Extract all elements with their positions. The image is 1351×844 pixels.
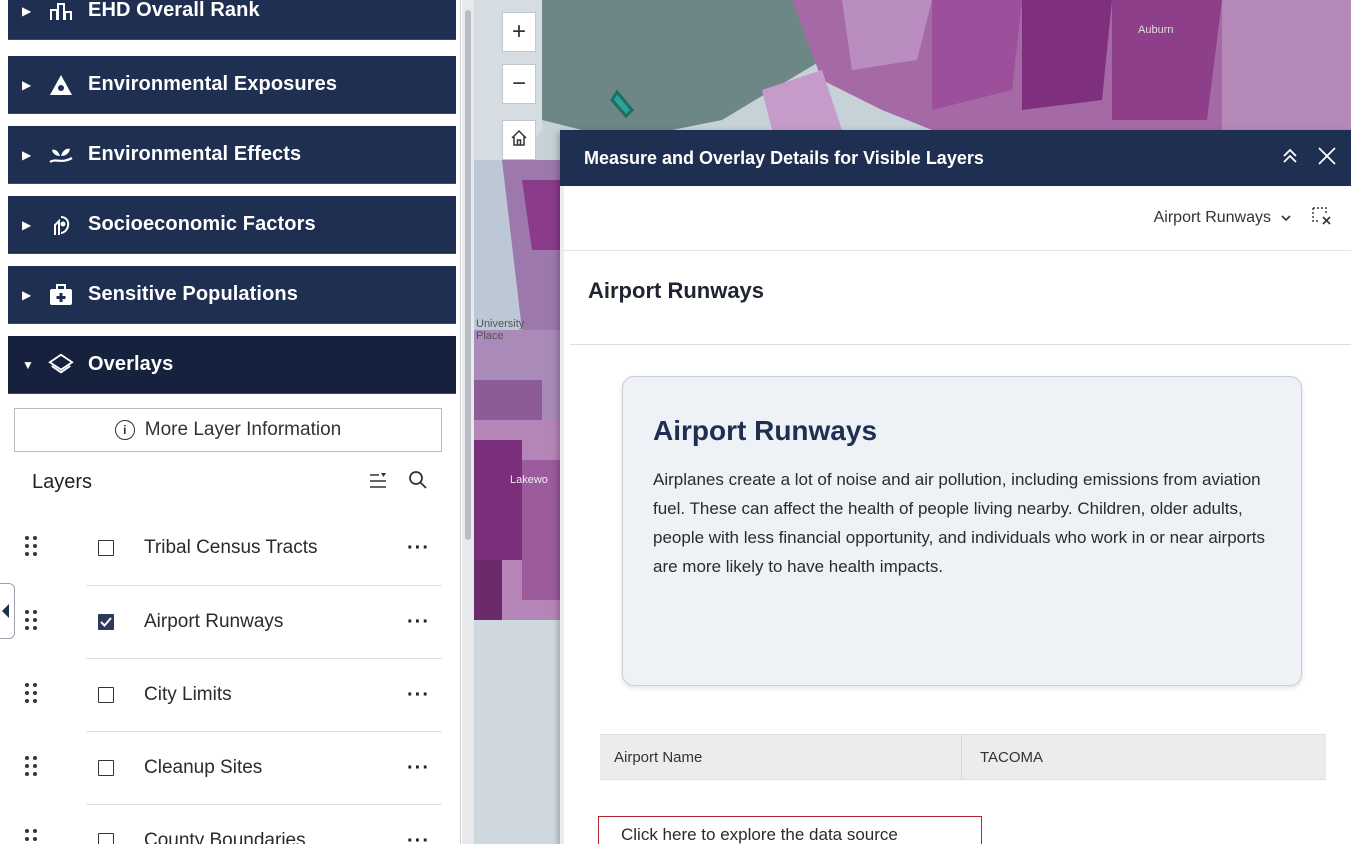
panel-header: Measure and Overlay Details for Visible … (560, 130, 1351, 186)
card-body: Airplanes create a lot of noise and air … (653, 470, 1266, 576)
category-sensitive-populations[interactable]: ▶ Sensitive Populations (8, 266, 456, 324)
layer-row-city-limits[interactable]: City Limits ··· (14, 659, 442, 731)
data-source-link[interactable]: Click here to explore the data source (598, 816, 982, 844)
feature-title: Airport Runways (588, 278, 765, 303)
card-title: Airport Runways (653, 415, 878, 446)
more-options-icon[interactable]: ··· (407, 830, 430, 844)
drag-handle-icon[interactable] (24, 828, 54, 844)
details-panel: Measure and Overlay Details for Visible … (560, 130, 1351, 844)
zoom-out-button[interactable]: − (502, 64, 536, 104)
layer-select-dropdown[interactable]: Airport Runways (1154, 209, 1291, 227)
layer-checkbox[interactable] (98, 760, 114, 776)
drag-handle-icon[interactable] (24, 755, 54, 782)
category-socioeconomic-factors[interactable]: ▶ Socioeconomic Factors (8, 196, 456, 254)
plant-hand-icon (48, 142, 74, 168)
layers-icon (48, 352, 74, 378)
category-environmental-effects[interactable]: ▶ Environmental Effects (8, 126, 456, 184)
layer-label: Tribal Census Tracts (144, 537, 318, 558)
close-icon[interactable] (1317, 146, 1337, 171)
category-label: Environmental Exposures (88, 73, 338, 95)
caret-right-icon: ▶ (22, 287, 32, 302)
panel-title: Measure and Overlay Details for Visible … (584, 147, 984, 168)
layer-checkbox-checked[interactable] (98, 614, 114, 630)
more-layer-information-button[interactable]: i More Layer Information (14, 408, 442, 452)
layer-row-county-boundaries[interactable]: County Boundaries ··· (14, 805, 442, 844)
more-options-icon[interactable]: ··· (407, 611, 430, 634)
search-icon[interactable] (408, 470, 428, 495)
selected-layer-label: Airport Runways (1153, 209, 1271, 226)
drag-handle-icon[interactable] (24, 535, 54, 562)
category-overlays[interactable]: ▼ Overlays (8, 336, 456, 394)
home-icon (510, 126, 528, 154)
chevron-down-icon (1281, 209, 1291, 227)
layers-title: Layers (32, 470, 93, 493)
map-label-auburn: Auburn (1138, 24, 1174, 36)
caret-right-icon: ▶ (22, 147, 32, 162)
rank-chart-icon (48, 0, 74, 24)
collapse-sidebar-handle[interactable] (0, 583, 15, 639)
map-label-university-place: University Place (476, 318, 525, 342)
divider (570, 344, 1351, 345)
sidebar-scrollbar[interactable] (462, 0, 474, 844)
layers-header: Layers (14, 460, 442, 504)
info-icon: i (114, 420, 135, 440)
caret-right-icon: ▶ (22, 77, 32, 92)
layer-checkbox[interactable] (98, 833, 114, 844)
more-info-label: More Layer Information (144, 419, 342, 440)
drag-handle-icon[interactable] (24, 682, 54, 709)
category-label: Socioeconomic Factors (88, 213, 316, 235)
caret-down-icon: ▼ (22, 357, 34, 372)
more-options-icon[interactable]: ··· (407, 757, 430, 780)
layer-row-cleanup-sites[interactable]: Cleanup Sites ··· (14, 732, 442, 804)
attribute-key: Airport Name (600, 735, 962, 779)
more-options-icon[interactable]: ··· (407, 537, 430, 560)
layer-checkbox[interactable] (98, 540, 114, 556)
money-hand-icon (48, 212, 74, 238)
panel-toolbar: Airport Runways (560, 186, 1351, 251)
caret-right-icon: ▶ (22, 3, 32, 18)
category-label: Overlays (88, 353, 174, 375)
medical-kit-icon (48, 282, 74, 308)
category-label: EHD Overall Rank (88, 0, 260, 21)
layer-label: Cleanup Sites (144, 757, 263, 778)
zoom-in-button[interactable]: + (502, 12, 536, 52)
category-environmental-exposures[interactable]: ▶ Environmental Exposures (8, 56, 456, 114)
layer-checkbox[interactable] (98, 687, 114, 703)
more-options-icon[interactable]: ··· (407, 684, 430, 707)
layer-row-tribal-census-tracts[interactable]: Tribal Census Tracts ··· (14, 512, 442, 584)
attribute-value: TACOMA (980, 748, 1044, 766)
map-label-lakewood: Lakewo (510, 474, 548, 486)
drag-handle-icon[interactable] (24, 609, 54, 636)
home-button[interactable] (502, 120, 536, 160)
hazard-icon (48, 72, 74, 98)
layer-label: City Limits (144, 684, 232, 705)
description-card: Airport Runways Airplanes create a lot o… (622, 376, 1302, 686)
attribute-table-row: Airport Name TACOMA (600, 734, 1326, 780)
scrollbar-thumb[interactable] (465, 10, 471, 540)
layer-label: County Boundaries (144, 830, 306, 844)
panel-edge (560, 186, 564, 844)
category-label: Environmental Effects (88, 143, 302, 165)
layer-sidebar: ▶ EHD Overall Rank ▶ Environmental Expos… (0, 0, 461, 844)
layer-options-icon[interactable] (368, 471, 388, 494)
clear-selection-icon[interactable] (1311, 206, 1333, 231)
category-label: Sensitive Populations (88, 283, 298, 305)
collapse-icon[interactable] (1281, 148, 1299, 169)
layer-label: Airport Runways (144, 611, 284, 632)
category-ehd-overall-rank[interactable]: ▶ EHD Overall Rank (8, 0, 456, 40)
caret-right-icon: ▶ (22, 217, 32, 232)
layer-row-airport-runways[interactable]: Airport Runways ··· (14, 586, 442, 658)
